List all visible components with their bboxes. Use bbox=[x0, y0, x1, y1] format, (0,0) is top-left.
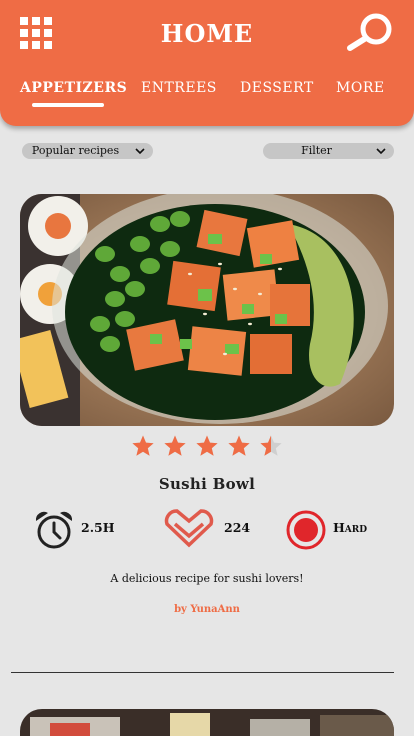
sort-dropdown-label: Popular recipes bbox=[31, 144, 120, 157]
difficulty-indicator-icon bbox=[286, 510, 326, 550]
recipe-name[interactable]: Sushi Bowl bbox=[0, 475, 414, 493]
filter-dropdown-label: Filter bbox=[301, 144, 332, 157]
star-icon bbox=[164, 435, 186, 456]
alarm-clock-icon bbox=[35, 511, 73, 549]
heart-icon[interactable] bbox=[164, 509, 214, 549]
tab-more[interactable]: MORE bbox=[336, 80, 385, 96]
active-tab-indicator bbox=[32, 103, 104, 107]
chevron-down-icon bbox=[376, 148, 386, 155]
recipe-author[interactable]: by YunaAnn bbox=[0, 604, 414, 615]
filter-dropdown[interactable]: Filter bbox=[263, 143, 394, 159]
next-recipe-photo[interactable] bbox=[20, 709, 394, 736]
rating-stars bbox=[0, 434, 414, 460]
sort-dropdown[interactable]: Popular recipes bbox=[22, 143, 153, 159]
card-divider bbox=[11, 672, 394, 673]
star-icon bbox=[228, 435, 250, 456]
recipe-photo[interactable] bbox=[20, 194, 394, 426]
tab-dessert[interactable]: DESSERT bbox=[240, 80, 314, 96]
chevron-down-icon bbox=[135, 148, 145, 155]
tab-entrees[interactable]: ENTREES bbox=[141, 80, 217, 96]
recipe-description: A delicious recipe for sushi lovers! bbox=[110, 572, 304, 585]
star-icon bbox=[132, 435, 154, 456]
tab-appetizers[interactable]: APPETIZERS bbox=[20, 80, 127, 96]
app-header: HOME APPETIZERS ENTREES DESSERT MORE bbox=[0, 0, 414, 126]
star-icon bbox=[196, 435, 218, 456]
likes-count: 224 bbox=[224, 520, 251, 535]
star-icon bbox=[260, 435, 282, 456]
cook-time: 2.5H bbox=[81, 520, 115, 535]
difficulty-level: Hard bbox=[333, 520, 368, 535]
search-icon[interactable] bbox=[346, 12, 396, 52]
